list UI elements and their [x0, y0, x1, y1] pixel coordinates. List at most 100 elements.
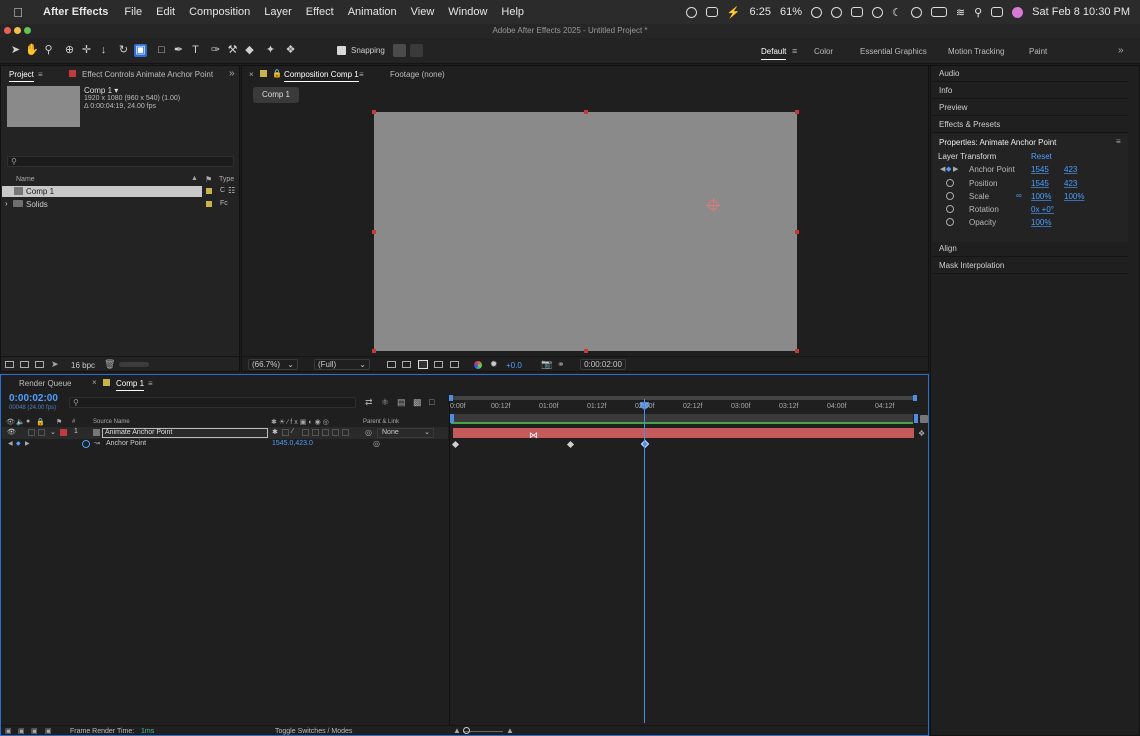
in-out-pane-icon[interactable]: ▣ [31, 727, 38, 735]
effect-switch[interactable] [302, 429, 309, 436]
mask-visibility-icon[interactable] [418, 360, 428, 369]
pan-behind-tool-icon[interactable]: ▣ [134, 44, 147, 57]
comp-breadcrumb-chip[interactable]: Comp 1 [253, 87, 299, 103]
prop-position-x[interactable]: 1545 [1031, 179, 1049, 188]
brush-tool-icon[interactable]: ✑ [209, 44, 222, 57]
tab-composition[interactable]: Composition Comp 1 [284, 70, 359, 82]
pick-whip-icon[interactable]: ◎ [365, 428, 372, 437]
frame-blend-switch[interactable] [312, 429, 319, 436]
prev-keyframe-icon[interactable]: ◀ [8, 440, 13, 447]
workspace-menu-icon[interactable]: ≡ [792, 46, 797, 56]
prop-rotation-value[interactable]: 0x +0° [1031, 205, 1054, 214]
panel-effects-presets[interactable]: Effects & Presets [932, 117, 1128, 133]
menu-edit[interactable]: Edit [149, 6, 182, 18]
work-area-end-handle[interactable] [913, 395, 917, 401]
orbit-tool-icon[interactable]: ⊕ [63, 44, 76, 57]
more-workspaces-icon[interactable]: » [1118, 45, 1124, 56]
siri-icon[interactable] [1012, 6, 1024, 18]
prop-anchor-point-y[interactable]: 423 [1064, 165, 1077, 174]
draft-3d-icon[interactable]: ⚛ [381, 397, 389, 408]
prev-keyframe-icon[interactable]: ◀ [940, 165, 945, 173]
graph-icon[interactable]: ↝ [94, 439, 100, 447]
shy-layers-icon[interactable]: ▤ [397, 397, 406, 408]
layer-handle[interactable] [584, 110, 588, 114]
snap-edges-icon[interactable] [393, 44, 406, 57]
layer-visibility-eye-icon[interactable]: 👁 [7, 428, 16, 436]
puppet-pin-tool-icon[interactable]: ❖ [284, 44, 297, 57]
workspace-essential-graphics[interactable]: Essential Graphics [860, 47, 927, 56]
layer-handle[interactable] [584, 349, 588, 353]
stopwatch-icon[interactable] [946, 192, 954, 200]
snap-features-icon[interactable] [410, 44, 423, 57]
layer-handle[interactable] [795, 110, 799, 114]
panel-mask-interpolation[interactable]: Mask Interpolation [932, 258, 1128, 274]
layer-handle[interactable] [795, 230, 799, 234]
render-time-pane-icon[interactable]: ▣ [45, 727, 52, 735]
panel-preview[interactable]: Preview [932, 100, 1128, 116]
menu-effect[interactable]: Effect [299, 6, 341, 18]
workspace-color[interactable]: Color [814, 47, 833, 56]
menu-composition[interactable]: Composition [182, 6, 257, 18]
workspace-motion-tracking[interactable]: Motion Tracking [948, 47, 1004, 56]
transparency-grid-icon[interactable] [402, 361, 411, 368]
thumbnail-size-slider[interactable] [119, 362, 149, 367]
project-settings-icon[interactable]: ➤ [51, 359, 59, 370]
exposure-value[interactable]: +0.0 [506, 361, 522, 370]
adjustment-switch[interactable] [332, 429, 339, 436]
timeline-layer-row[interactable]: 👁 ⌄ 1 Animate Anchor Point ✱ ∕ ◎ None ⌄ [2, 427, 448, 439]
control-center-icon[interactable] [991, 7, 1004, 17]
layer-duration-bar[interactable] [453, 428, 914, 438]
prop-position-y[interactable]: 423 [1064, 179, 1077, 188]
prop-opacity-value[interactable]: 100% [1031, 218, 1051, 227]
app-menu[interactable]: After Effects [36, 6, 117, 18]
comp-mini-flowchart-icon[interactable]: ⇄ [365, 397, 373, 408]
project-row-comp1[interactable]: Comp 1 [2, 186, 202, 197]
transfer-controls-pane-icon[interactable]: ▣ [18, 727, 25, 735]
rectangle-tool-icon[interactable]: □ [155, 44, 168, 57]
fast-previews-icon[interactable] [387, 361, 396, 368]
snapshot-camera-icon[interactable]: 📷 [541, 359, 552, 370]
flowchart-icon[interactable]: ☷ [228, 186, 235, 195]
workspace-paint[interactable]: Paint [1029, 47, 1047, 56]
menu-animation[interactable]: Animation [341, 6, 404, 18]
rotate-tool-icon[interactable]: ↻ [117, 44, 130, 57]
color-channels-icon[interactable] [474, 361, 482, 369]
panel-overflow-icon[interactable]: » [229, 68, 235, 79]
type-tool-icon[interactable]: T [189, 44, 202, 57]
reset-transform-button[interactable]: Reset [1031, 152, 1052, 161]
prop-scale-x[interactable]: 100% [1031, 192, 1051, 201]
wifi-icon[interactable]: ≋ [956, 6, 965, 19]
panel-info[interactable]: Info [932, 83, 1128, 99]
col-parent-link[interactable]: Parent & Link [363, 419, 399, 425]
current-time-field[interactable]: 0:00:02:00 [580, 359, 626, 370]
zoom-out-time-icon[interactable]: ▲ [453, 726, 461, 735]
menu-view[interactable]: View [404, 6, 442, 18]
menu-layer[interactable]: Layer [257, 6, 299, 18]
zoom-window-icon[interactable] [24, 27, 31, 34]
quality-switch-icon[interactable]: ∕ [292, 428, 293, 435]
hand-tool-icon[interactable]: ✋ [25, 44, 39, 57]
next-keyframe-icon[interactable]: ▶ [953, 165, 958, 173]
app-status-icon[interactable] [811, 6, 822, 18]
show-snapshot-icon[interactable]: ⚭ [557, 359, 565, 370]
magnification-dropdown[interactable]: (66.7%) ⌄ [248, 359, 298, 370]
anchor-point-crosshair-icon[interactable] [706, 198, 720, 212]
apple-menu-icon[interactable]:  [0, 5, 36, 20]
parent-dropdown[interactable]: None ⌄ [377, 428, 434, 438]
col-source-name[interactable]: Source Name [93, 419, 130, 425]
zoom-in-time-icon[interactable]: ▲ [506, 726, 514, 735]
close-tab-icon[interactable]: × [249, 70, 254, 79]
comp-panel-menu-icon[interactable]: ≡ [359, 70, 364, 79]
twirl-down-chevron-icon[interactable]: ⌄ [50, 428, 56, 436]
stopwatch-icon[interactable] [946, 179, 954, 187]
layer-label-color[interactable] [60, 429, 67, 436]
pen-tool-icon[interactable]: ✒ [172, 44, 185, 57]
tab-timeline-comp[interactable]: Comp 1 [116, 379, 145, 391]
stopwatch-icon[interactable] [946, 205, 954, 213]
layer-switches-pane-icon[interactable]: ▣ [5, 727, 12, 735]
new-folder-icon[interactable] [20, 361, 29, 368]
label-color-swatch[interactable] [206, 201, 212, 207]
next-keyframe-icon[interactable]: ▶ [25, 440, 30, 447]
zoom-tool-icon[interactable]: ⚲ [42, 44, 55, 57]
timeline-menu-icon[interactable]: ≡ [148, 379, 153, 388]
